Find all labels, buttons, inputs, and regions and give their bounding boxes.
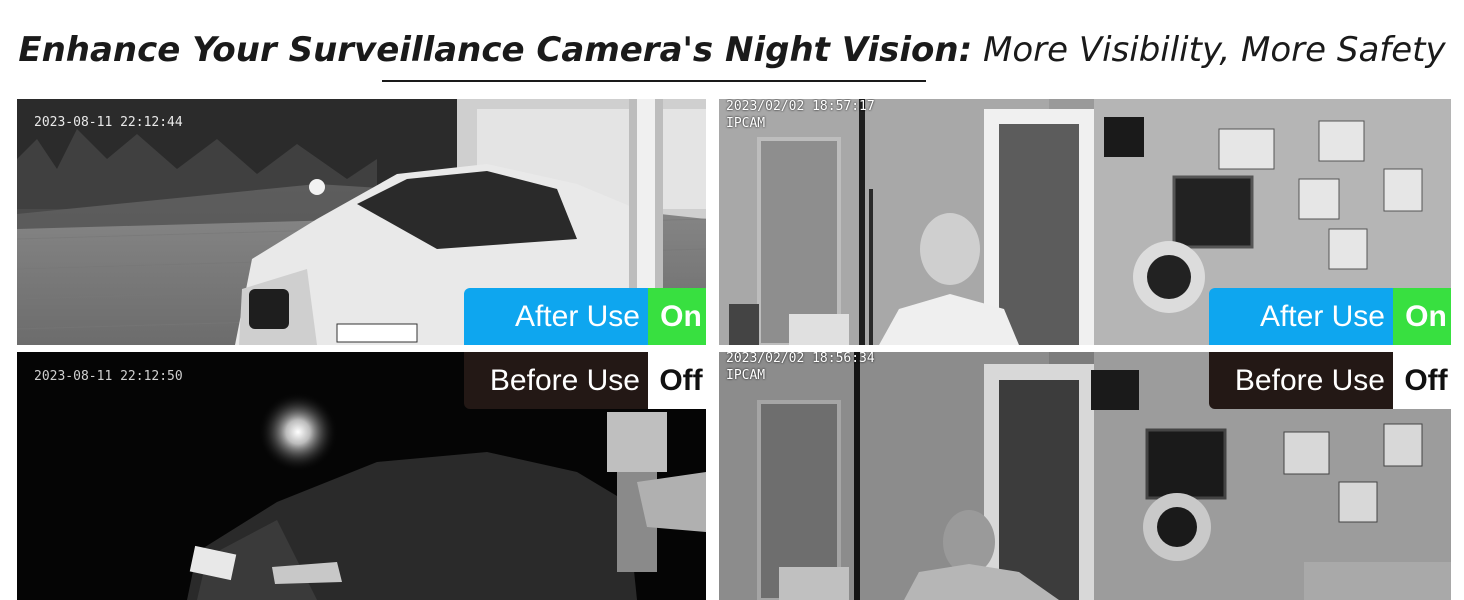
indoor-before-image: 2023/02/02 18:56:34 IPCAM Before Use Off [719,352,1451,600]
before-use-badge: Before Use Off [464,352,706,409]
camera-name: IPCAM [726,368,766,383]
badge-state-off: Off [648,352,706,409]
badge-state-off: Off [1393,352,1451,409]
after-use-badge: After Use On [1209,288,1451,345]
timestamp: 2023-08-11 22:12:50 [34,369,183,384]
timestamp: 2023/02/02 18:56:34 [726,352,875,366]
timestamp: 2023-08-11 22:12:44 [34,115,183,130]
page-title: Enhance Your Surveillance Camera's Night… [0,28,1464,72]
badge-label: After Use [1209,288,1393,345]
badge-label: Before Use [464,352,648,409]
title-light: More Visibility, More Safety [982,30,1446,70]
badge-state-on: On [1393,288,1451,345]
outdoor-before-image: 2023-08-11 22:12:50 Before Use Off [17,352,706,600]
badge-label: Before Use [1209,352,1393,409]
indoor-after-image: 2023/02/02 18:57:17 IPCAM After Use On [719,99,1451,345]
timestamp: 2023/02/02 18:57:17 [726,99,875,114]
before-use-badge: Before Use Off [1209,352,1451,409]
outdoor-after-image: 2023-08-11 22:12:44 After Use On [17,99,706,345]
title-underline [382,80,926,82]
title-bold: Enhance Your Surveillance Camera's Night… [18,30,973,70]
after-use-badge: After Use On [464,288,706,345]
badge-label: After Use [464,288,648,345]
badge-state-on: On [648,288,706,345]
camera-name: IPCAM [726,116,766,131]
